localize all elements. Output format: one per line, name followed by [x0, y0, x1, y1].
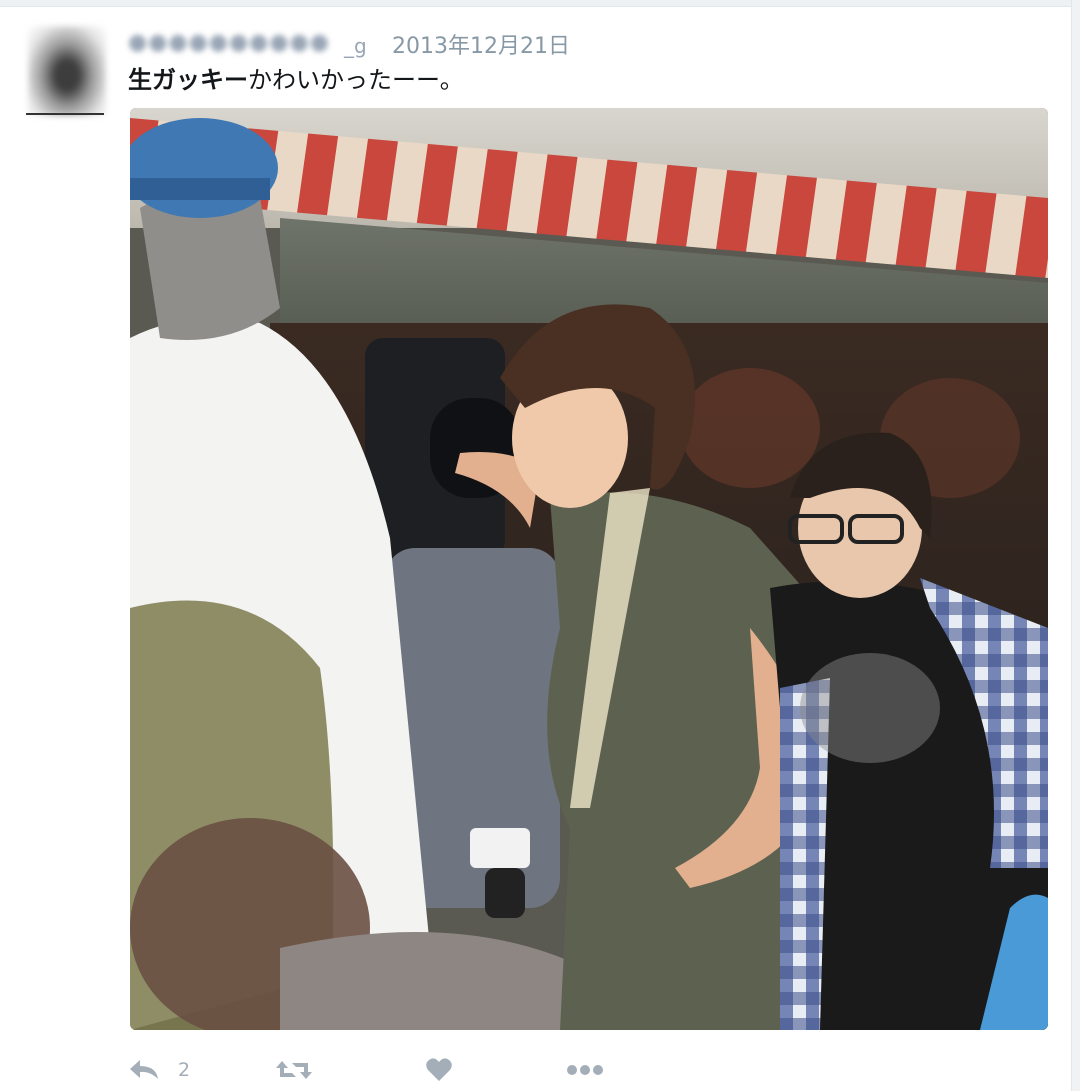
reply-icon	[128, 1058, 160, 1082]
reply-button[interactable]: 2	[128, 1052, 190, 1088]
reply-count: 2	[178, 1059, 191, 1081]
scrollbar-track[interactable]	[1071, 0, 1080, 1091]
tweet-text-bold: 生ガッキー	[128, 66, 248, 94]
tweet-text-rest: かわいかったーー。	[248, 66, 464, 94]
tweet-photo[interactable]	[130, 108, 1048, 1030]
retweet-icon	[274, 1057, 314, 1083]
more-icon	[566, 1064, 604, 1076]
like-icon	[425, 1057, 453, 1083]
retweet-button[interactable]	[274, 1052, 314, 1088]
user-avatar[interactable]	[28, 26, 106, 116]
tweet-text: 生ガッキーかわいかったーー。	[128, 60, 464, 95]
photo-illustration	[130, 108, 1048, 1030]
user-handle-redacted[interactable]: ●●●●●●●●●●	[128, 30, 330, 56]
avatar-underline	[26, 113, 104, 115]
more-button[interactable]	[566, 1052, 604, 1088]
top-divider	[0, 0, 1072, 7]
tweet-actions: 2	[128, 1052, 628, 1088]
like-button[interactable]	[425, 1052, 453, 1088]
tweet-screenshot: ●●●●●●●●●● _g 2013年12月21日 生ガッキーかわいかったーー。	[0, 0, 1080, 1091]
user-handle-suffix[interactable]: _g	[344, 34, 367, 58]
tweet-timestamp[interactable]: 2013年12月21日	[392, 28, 570, 60]
